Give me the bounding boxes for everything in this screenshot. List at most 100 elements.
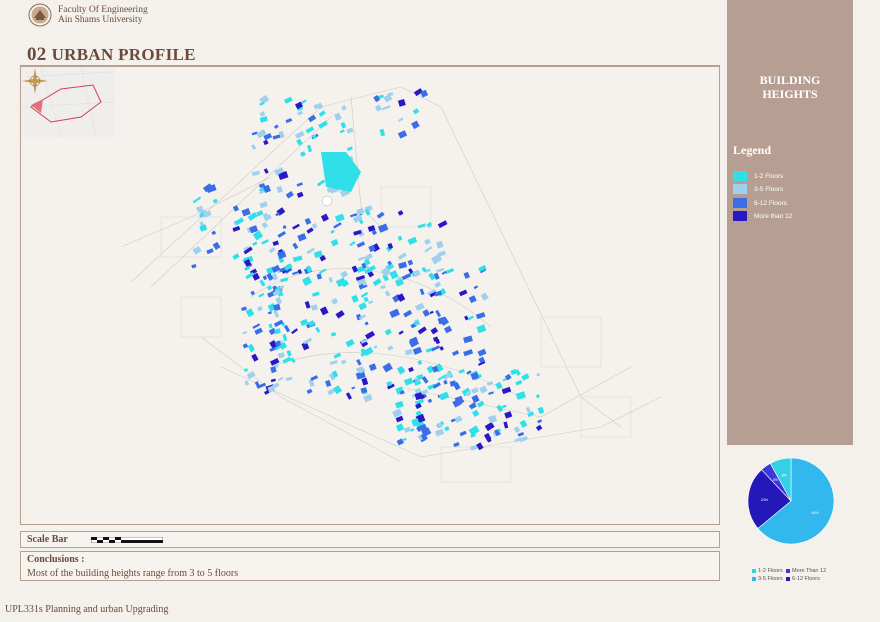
building <box>368 300 374 305</box>
building <box>463 271 470 279</box>
legend-swatch <box>733 171 747 181</box>
building <box>276 185 283 193</box>
building <box>282 356 292 364</box>
legend-label: 3-5 Floors <box>754 185 784 193</box>
building <box>432 382 441 389</box>
building <box>272 134 281 140</box>
building <box>444 426 450 432</box>
building <box>320 213 329 222</box>
pie-legend-label: 6-12 Floors <box>792 576 820 582</box>
building <box>438 391 450 401</box>
building <box>292 255 303 263</box>
building <box>261 221 269 229</box>
building <box>286 350 292 357</box>
conclusions-text: Most of the building heights range from … <box>27 568 239 579</box>
building <box>250 144 257 150</box>
building <box>357 256 365 262</box>
building <box>330 238 339 247</box>
building <box>454 415 463 423</box>
legend-swatch <box>733 198 747 208</box>
urban-map[interactable] <box>20 66 720 525</box>
building <box>427 398 433 404</box>
building <box>377 223 389 233</box>
building <box>358 302 368 311</box>
building <box>407 259 414 266</box>
building <box>345 338 355 348</box>
building <box>535 394 540 399</box>
building <box>259 94 270 105</box>
building <box>368 363 377 371</box>
header: Faculty Of Engineering Ain Shams Univers… <box>28 3 148 27</box>
building <box>501 386 512 395</box>
building <box>242 331 248 335</box>
legend-item-more-than-12: More than 12 <box>733 211 792 221</box>
building <box>305 126 315 134</box>
building <box>384 290 391 297</box>
building <box>328 276 334 283</box>
building <box>241 208 251 217</box>
building <box>259 201 268 209</box>
building <box>329 360 338 365</box>
building <box>476 400 485 408</box>
building <box>537 419 543 424</box>
building <box>435 309 442 318</box>
building <box>424 238 431 245</box>
building <box>424 246 433 253</box>
building <box>473 285 479 290</box>
building <box>444 268 455 275</box>
building <box>311 222 318 229</box>
faculty-name: Faculty Of Engineering Ain Shams Univers… <box>58 5 148 26</box>
building <box>386 91 394 97</box>
building <box>373 345 378 349</box>
pie-legend-label: More Than 12 <box>792 568 827 574</box>
building <box>306 247 316 255</box>
building <box>398 261 408 269</box>
building <box>291 328 298 335</box>
building <box>403 309 413 318</box>
building <box>422 309 431 317</box>
building <box>403 426 411 433</box>
building <box>365 330 376 340</box>
building <box>284 96 293 104</box>
building <box>274 328 281 335</box>
panel-title-line-2: HEIGHTS <box>762 87 818 101</box>
building <box>316 273 322 280</box>
pie-slice-label: 8% <box>782 474 788 478</box>
building <box>415 302 425 312</box>
building <box>351 294 359 303</box>
building <box>375 104 382 112</box>
building <box>331 297 339 305</box>
building <box>302 276 313 286</box>
building <box>360 291 369 298</box>
building <box>345 392 353 400</box>
faculty-line-2: Ain Shams University <box>58 15 143 25</box>
building <box>372 278 382 287</box>
building <box>504 411 513 419</box>
building <box>417 360 423 366</box>
building <box>434 281 442 288</box>
building <box>349 240 356 247</box>
building <box>480 292 489 301</box>
building <box>389 270 399 280</box>
scale-bar-row: Scale Bar <box>20 531 720 548</box>
building <box>285 117 293 124</box>
building <box>270 378 276 383</box>
building <box>311 291 320 297</box>
building <box>444 325 453 334</box>
building <box>282 334 288 342</box>
building <box>306 388 313 394</box>
building <box>300 151 306 157</box>
building <box>283 324 291 333</box>
page-title: 02 URBAN PROFILE <box>27 44 196 66</box>
building <box>292 242 299 250</box>
building <box>330 229 335 234</box>
building <box>261 239 269 245</box>
university-logo-icon <box>28 3 52 27</box>
building <box>404 348 413 356</box>
building <box>333 352 342 359</box>
building <box>472 409 480 417</box>
building <box>273 310 280 318</box>
building <box>232 253 240 260</box>
side-panel: BUILDING HEIGHTS Legend 1-2 Floors 3-5 F… <box>727 0 853 445</box>
building <box>257 305 264 312</box>
